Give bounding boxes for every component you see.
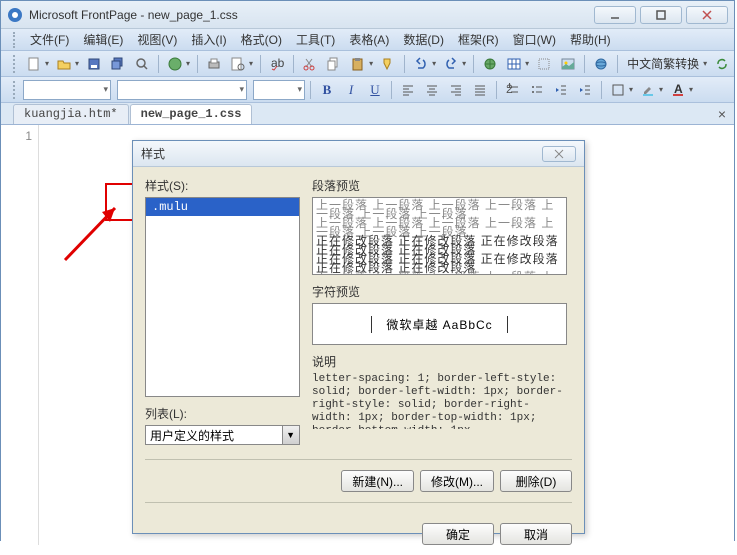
redo-icon[interactable] (440, 53, 462, 75)
dialog-action-row: 新建(N)... 修改(M)... 删除(D) (145, 459, 572, 503)
window-title: Microsoft FrontPage - new_page_1.css (29, 8, 590, 22)
insert-layer-icon[interactable] (533, 53, 555, 75)
menu-file[interactable]: 文件(F) (23, 29, 76, 50)
cut-icon[interactable] (299, 53, 321, 75)
align-left-icon[interactable] (397, 79, 419, 101)
combo-value: 用户定义的样式 (150, 427, 234, 444)
document-tabs: kuangjia.htm* new_page_1.css × (1, 103, 734, 125)
menu-edit[interactable]: 编辑(E) (76, 29, 130, 50)
save-icon[interactable] (83, 53, 105, 75)
styles-listbox[interactable]: .mulu (145, 197, 300, 397)
tab-newpage-css[interactable]: new_page_1.css (130, 104, 253, 124)
new-button[interactable]: 新建(N)... (341, 470, 414, 492)
open-icon[interactable] (53, 53, 75, 75)
close-button[interactable] (686, 6, 728, 24)
borders-icon[interactable] (607, 79, 629, 101)
list-combo[interactable]: 用户定义的样式 ▼ (145, 425, 300, 445)
bold-icon[interactable]: B (316, 79, 338, 101)
tab-close-icon[interactable]: × (718, 106, 726, 122)
indent-icon[interactable] (574, 79, 596, 101)
dialog-confirm-row: 确定 取消 (145, 515, 572, 545)
para-preview: 上一段落 上一段落 上一段落 上一段落 上一段落 上一段落 上一段落 上一段落 … (312, 197, 567, 275)
desc-label: 说明 (312, 353, 572, 370)
copy-icon[interactable] (323, 53, 345, 75)
menu-window[interactable]: 窗口(W) (506, 29, 563, 50)
menu-format[interactable]: 格式(O) (234, 29, 289, 50)
svg-text:ab: ab (271, 57, 284, 70)
list-label: 列表(L): (145, 405, 300, 422)
line-gutter: 1 (1, 125, 39, 545)
underline-icon[interactable]: U (364, 79, 386, 101)
menu-insert[interactable]: 插入(I) (184, 29, 233, 50)
style-dropdown[interactable] (23, 80, 111, 100)
description-text: letter-spacing: 1; border-left-style: so… (312, 373, 567, 429)
refresh-icon[interactable] (711, 53, 733, 75)
style-dialog: 样式 样式(S): .mulu 列表(L): 用户定义的样式 ▼ 段落预览 上一… (132, 140, 585, 534)
convert-label[interactable]: 中文简繁转换 (623, 55, 703, 72)
menu-table[interactable]: 表格(A) (342, 29, 396, 50)
save-all-icon[interactable] (107, 53, 129, 75)
new-page-icon[interactable] (23, 53, 45, 75)
search-icon[interactable] (131, 53, 153, 75)
svg-text:2: 2 (506, 83, 513, 96)
line-number: 1 (25, 129, 32, 143)
toolbar-standard: ▾ ▾ ▾ ▾ ab ▾ ▾ ▾ ▾ 中文简繁转换▾ (1, 51, 734, 77)
bullet-list-icon[interactable] (526, 79, 548, 101)
insert-table-icon[interactable] (503, 53, 525, 75)
list-item[interactable]: .mulu (146, 198, 299, 216)
grip-icon (13, 81, 17, 99)
para-preview-label: 段落预览 (312, 177, 572, 194)
toolbar-formatting: B I U 12 ▾ ▾ A▾ (1, 77, 734, 103)
dialog-title: 样式 (141, 145, 542, 162)
annotation-arrow-icon (60, 200, 130, 270)
maximize-button[interactable] (640, 6, 682, 24)
font-size-dropdown[interactable] (253, 80, 305, 100)
delete-button[interactable]: 删除(D) (500, 470, 572, 492)
dialog-titlebar: 样式 (133, 141, 584, 167)
titlebar: Microsoft FrontPage - new_page_1.css (1, 1, 734, 29)
window-controls (590, 6, 728, 24)
minimize-button[interactable] (594, 6, 636, 24)
grip-icon (13, 55, 17, 73)
grip-icon (13, 32, 17, 48)
menu-help[interactable]: 帮助(H) (563, 29, 618, 50)
insert-picture-icon[interactable] (557, 53, 579, 75)
web-component-icon[interactable] (479, 53, 501, 75)
hyperlink-icon[interactable] (590, 53, 612, 75)
highlight-icon[interactable] (637, 79, 659, 101)
publish-icon[interactable] (164, 53, 186, 75)
outdent-icon[interactable] (550, 79, 572, 101)
align-right-icon[interactable] (445, 79, 467, 101)
undo-icon[interactable] (410, 53, 432, 75)
spellcheck-icon[interactable]: ab (266, 53, 288, 75)
font-dropdown[interactable] (117, 80, 247, 100)
char-preview-sample: 微软卓越 AaBbCc (386, 318, 492, 332)
font-color-icon[interactable]: A (667, 79, 689, 101)
italic-icon[interactable]: I (340, 79, 362, 101)
tab-kuangjia[interactable]: kuangjia.htm* (13, 104, 129, 124)
print-icon[interactable] (203, 53, 225, 75)
align-justify-icon[interactable] (469, 79, 491, 101)
menu-frame[interactable]: 框架(R) (451, 29, 506, 50)
preview-icon[interactable] (227, 53, 249, 75)
modify-button[interactable]: 修改(M)... (420, 470, 494, 492)
menubar: 文件(F) 编辑(E) 视图(V) 插入(I) 格式(O) 工具(T) 表格(A… (1, 29, 734, 51)
ok-button[interactable]: 确定 (422, 523, 494, 545)
app-icon (7, 7, 23, 23)
char-preview: 微软卓越 AaBbCc (312, 303, 567, 345)
paste-icon[interactable] (347, 53, 369, 75)
format-painter-icon[interactable] (377, 53, 399, 75)
align-center-icon[interactable] (421, 79, 443, 101)
cancel-button[interactable]: 取消 (500, 523, 572, 545)
dialog-close-button[interactable] (542, 146, 576, 162)
styles-label: 样式(S): (145, 177, 300, 194)
menu-tools[interactable]: 工具(T) (289, 29, 342, 50)
char-preview-label: 字符预览 (312, 283, 572, 300)
numbered-list-icon[interactable]: 12 (502, 79, 524, 101)
menu-data[interactable]: 数据(D) (396, 29, 451, 50)
menu-view[interactable]: 视图(V) (130, 29, 184, 50)
